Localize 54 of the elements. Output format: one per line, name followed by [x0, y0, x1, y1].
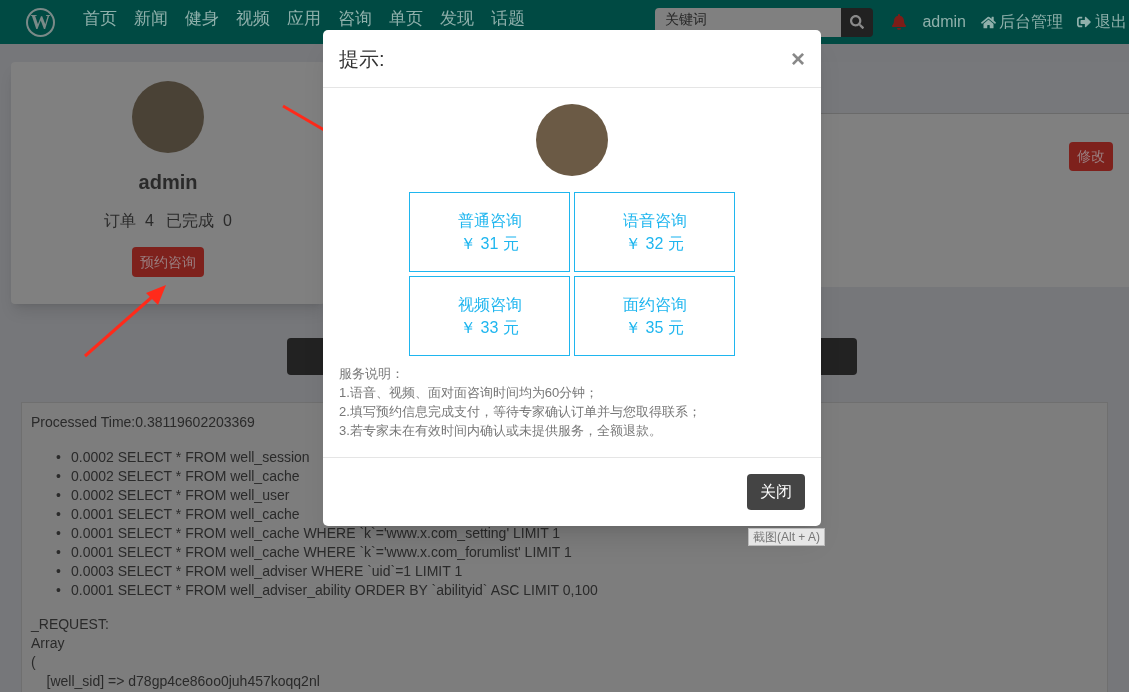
service-note: 3.若专家未在有效时间内确认或未提供服务，全额退款。 [339, 422, 663, 440]
nav-link[interactable]: 视频 [236, 10, 270, 28]
request-line: [well_sid] => d78gp4ce86oo0juh457koqq2nl [45, 672, 320, 691]
query-line: 0.0002 SELECT * FROM well_user [71, 486, 290, 505]
bullet: • [56, 486, 62, 505]
consult-option[interactable]: 语音咨询 ￥ 32 元 [574, 192, 735, 272]
bullet: • [56, 524, 62, 543]
request-line: Array [31, 634, 65, 653]
nav-link[interactable]: 首页 [83, 10, 117, 28]
consult-option[interactable]: 视频咨询 ￥ 33 元 [409, 276, 570, 356]
bullet: • [56, 581, 62, 600]
consult-option[interactable]: 面约咨询 ￥ 35 元 [574, 276, 735, 356]
site-logo[interactable]: W [26, 7, 55, 37]
book-button[interactable]: 预约咨询 [132, 247, 204, 277]
query-line: 0.0002 SELECT * FROM well_cache [71, 467, 300, 486]
request-line: _REQUEST: [31, 615, 109, 634]
bullet: • [56, 543, 62, 562]
search-button[interactable] [841, 7, 874, 37]
processed-time: Processed Time:0.38119602203369 [31, 413, 255, 432]
close-button[interactable]: 关闭 [747, 474, 805, 510]
nav-link[interactable]: 发现 [440, 10, 474, 28]
nav-link[interactable]: 单页 [389, 10, 423, 28]
bullet: • [56, 467, 62, 486]
bullet: • [56, 562, 62, 581]
tooltip: 截图(Alt + A) [748, 528, 825, 546]
search-icon [850, 15, 865, 29]
nav-link[interactable]: 健身 [185, 10, 219, 28]
nav-link[interactable]: 咨询 [338, 10, 372, 28]
bullet: • [56, 448, 62, 467]
consult-option[interactable]: 普通咨询 ￥ 31 元 [409, 192, 570, 272]
nav-link[interactable]: 应用 [287, 10, 321, 28]
query-line: 0.0001 SELECT * FROM well_adviser_ability ORDER BY `abilityid` ASC LIMIT 0,100 [71, 581, 598, 600]
user-name: admin [138, 170, 198, 195]
edit-button[interactable]: 修改 [1069, 142, 1113, 171]
admin-link[interactable]: 后台管理 [999, 10, 1063, 34]
nav-link[interactable]: 话题 [491, 10, 525, 28]
logout-link[interactable]: 退出 [1095, 10, 1127, 34]
query-line: 0.0001 SELECT * FROM well_cache [71, 505, 300, 524]
query-line: 0.0003 SELECT * FROM well_adviser WHERE `uid`=1 LIMIT 1 [71, 562, 463, 581]
query-line: 0.0002 SELECT * FROM well_session [71, 448, 310, 467]
bullet: • [56, 505, 62, 524]
nav-link[interactable]: 新闻 [134, 10, 168, 28]
query-line: 0.0001 SELECT * FROM well_cache WHERE `k`='www.x.com_forumlist' LIMIT 1 [71, 543, 572, 562]
request-line: ( [31, 653, 36, 672]
user-link[interactable]: admin [922, 10, 966, 34]
query-line: 0.0001 SELECT * FROM well_cache WHERE `k`='www.x.com_setting' LIMIT 1 [71, 524, 561, 543]
dialog-title: 提示: [339, 46, 385, 72]
order-count: 订单 4 [104, 211, 154, 231]
done-count: 已完成 0 [166, 211, 232, 231]
service-note: 服务说明： [339, 365, 405, 383]
service-note: 2.填写预约信息完成支付，等待专家确认订单并与您取得联系； [339, 403, 702, 421]
home-icon [981, 14, 996, 30]
service-note: 1.语音、视频、面对面咨询时间均为60分钟； [339, 384, 600, 402]
logout-icon [1077, 15, 1091, 29]
